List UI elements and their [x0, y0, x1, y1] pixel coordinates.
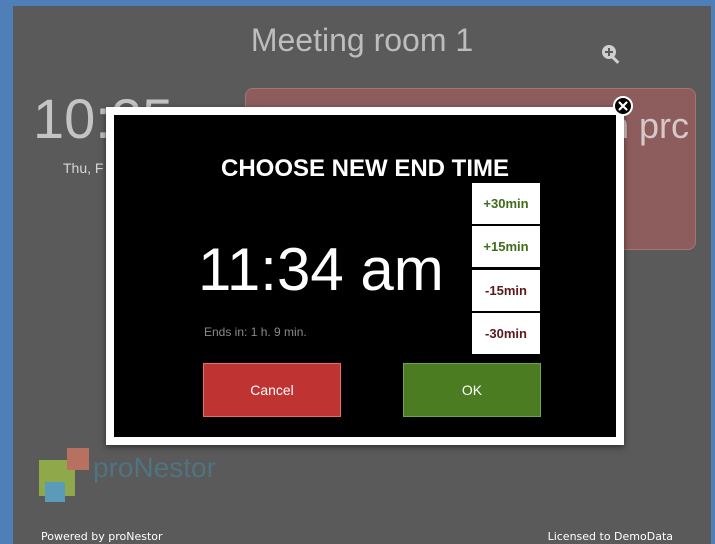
pronestor-logo-icon [39, 446, 99, 506]
licensed-to-text: Licensed to DemoData [547, 530, 673, 543]
plus-15min-button[interactable]: +15min [472, 226, 540, 267]
plus-30min-button[interactable]: +30min [472, 183, 540, 224]
end-time-dialog: CHOOSE NEW END TIME 11:34 am Ends in: 1 … [106, 107, 624, 445]
cancel-button[interactable]: Cancel [203, 363, 341, 417]
dialog-body: CHOOSE NEW END TIME 11:34 am Ends in: 1 … [114, 115, 616, 437]
zoom-in-icon[interactable] [599, 42, 623, 66]
ok-button[interactable]: OK [403, 363, 541, 417]
ends-in-text: Ends in: 1 h. 9 min. [204, 325, 307, 339]
logo-text: proNestor [93, 452, 216, 483]
current-date: Thu, F [63, 160, 104, 176]
powered-by-text: Powered by proNestor [41, 530, 163, 543]
dialog-title: CHOOSE NEW END TIME [220, 155, 509, 182]
new-end-time: 11:34 am [198, 236, 444, 303]
minus-15min-button[interactable]: -15min [472, 270, 540, 311]
close-icon[interactable] [613, 96, 633, 116]
minus-30min-button[interactable]: -30min [472, 313, 540, 354]
